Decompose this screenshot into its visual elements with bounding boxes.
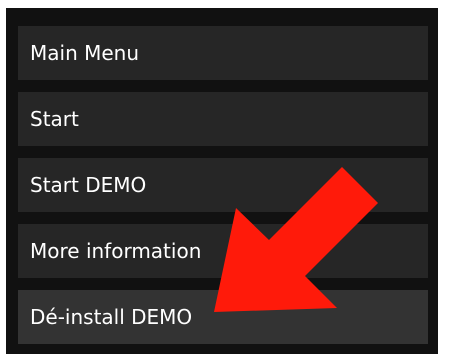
menu-item-start[interactable]: Start (18, 92, 428, 146)
menu-item-deinstall-demo[interactable]: Dé-install DEMO (18, 290, 428, 344)
menu-item-more-information[interactable]: More information (18, 224, 428, 278)
menu-item-main-menu[interactable]: Main Menu (18, 26, 428, 80)
menu-panel: Main Menu Start Start DEMO More informat… (6, 8, 438, 354)
menu-item-start-demo[interactable]: Start DEMO (18, 158, 428, 212)
